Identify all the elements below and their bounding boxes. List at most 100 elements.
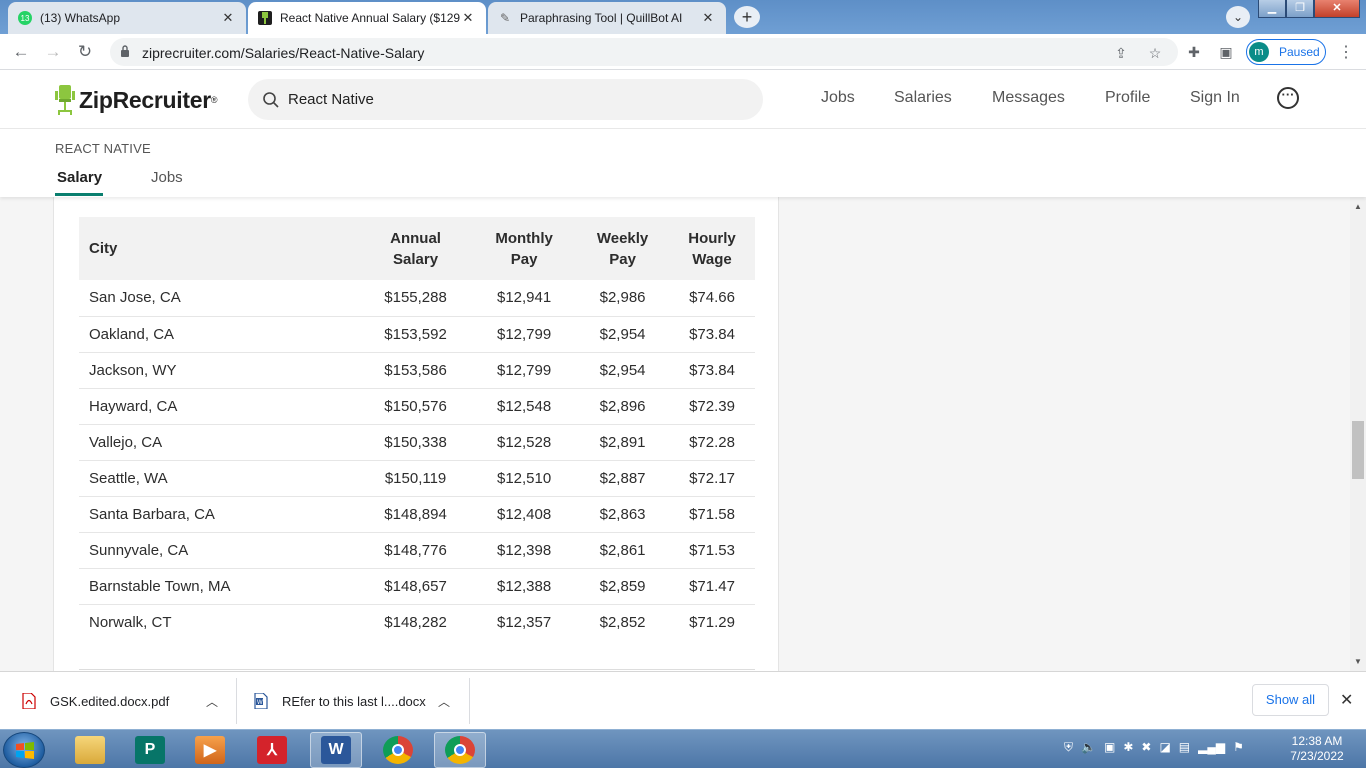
annual-cell: $155,288 xyxy=(359,280,473,317)
new-tab-button[interactable]: + xyxy=(734,6,760,28)
windows-taskbar: P ▶ ⅄ W ⛨ 🔈 ▣ ✱ ✖ ◪ ▤ ▂▄▆ ⚑ 12:38 AM 7/2… xyxy=(0,729,1366,768)
tray-app-icon[interactable]: ◪ xyxy=(1159,740,1170,755)
extensions-icon[interactable]: ✚ xyxy=(1184,42,1204,62)
profile-button[interactable]: m Paused xyxy=(1246,39,1326,65)
hourly-cell: $71.29 xyxy=(689,613,735,631)
scrollbar-thumb[interactable] xyxy=(1352,421,1364,479)
tray-app-icon[interactable]: ✖ xyxy=(1141,740,1151,755)
taskbar-acrobat[interactable]: ⅄ xyxy=(246,732,298,768)
tray-app-icon[interactable]: ▣ xyxy=(1104,740,1115,755)
tab-whatsapp[interactable]: 13 (13) WhatsApp ✕ xyxy=(8,2,246,34)
city-cell: Seattle, WA xyxy=(79,460,359,497)
more-options-button[interactable]: ··· xyxy=(1277,87,1299,109)
monthly-cell: $12,510 xyxy=(472,460,577,497)
download-filename: GSK.edited.docx.pdf xyxy=(50,693,170,709)
breadcrumb: REACT NATIVE xyxy=(55,141,151,156)
address-bar[interactable]: ziprecruiter.com/Salaries/React-Native-S… xyxy=(110,38,1178,66)
minimize-button[interactable]: ▁ xyxy=(1258,0,1286,18)
maximize-button[interactable]: ❐ xyxy=(1286,0,1314,18)
taskbar-publisher[interactable]: P xyxy=(124,732,176,768)
hourly-cell: $73.84 xyxy=(669,316,755,353)
chrome-profile-icon xyxy=(445,736,475,764)
site-search-input[interactable] xyxy=(288,89,728,109)
annual-cell: $153,586 xyxy=(359,352,473,389)
close-downloads-icon[interactable]: ✕ xyxy=(1340,690,1353,710)
taskbar-clock[interactable]: 12:38 AM 7/23/2022 xyxy=(1282,734,1352,764)
table-row: Hayward, CA $150,576 $12,548 $2,896 $72.39 xyxy=(79,388,755,425)
download-item[interactable]: W REfer to this last l....docx ︿ xyxy=(254,680,464,722)
logo-registered-mark: ® xyxy=(210,95,218,105)
city-cell: Santa Barbara, CA xyxy=(79,496,359,533)
taskbar-chrome[interactable] xyxy=(372,732,424,768)
taskbar-media-player[interactable]: ▶ xyxy=(184,732,236,768)
city-cell: San Jose, CA xyxy=(79,280,359,317)
nav-sign-in[interactable]: Sign In xyxy=(1190,89,1240,107)
active-tab-indicator xyxy=(55,193,103,196)
nav-jobs[interactable]: Jobs xyxy=(821,89,855,107)
site-search-box[interactable] xyxy=(248,79,763,120)
publisher-icon: P xyxy=(135,736,165,764)
tab-title: React Native Annual Salary ($129 xyxy=(280,11,460,25)
annual-cell: $148,894 xyxy=(359,496,473,533)
close-tab-icon[interactable]: ✕ xyxy=(460,10,476,26)
close-window-button[interactable]: ✕ xyxy=(1314,0,1360,18)
logo-text: ZipRecruiter xyxy=(79,86,211,113)
tab-salary[interactable]: Salary xyxy=(57,169,102,186)
side-panel-icon[interactable]: ▣ xyxy=(1216,42,1236,62)
tray-app-icon[interactable]: ▤ xyxy=(1179,740,1190,755)
scroll-up-arrow-icon[interactable]: ▲ xyxy=(1354,202,1362,211)
monthly-cell: $12,398 xyxy=(472,532,577,569)
clock-date: 7/23/2022 xyxy=(1290,749,1344,763)
windows-logo-icon xyxy=(16,742,34,759)
hourly-cell: $73.84 xyxy=(669,352,755,389)
taskbar-word[interactable]: W xyxy=(310,732,362,768)
header-line: Pay xyxy=(609,250,636,268)
page-scrollbar[interactable]: ▲ ▼ xyxy=(1350,197,1366,671)
start-button[interactable] xyxy=(3,732,45,768)
download-item[interactable]: GSK.edited.docx.pdf ︿ xyxy=(22,680,232,722)
browser-menu-icon[interactable]: ⋮ xyxy=(1338,42,1354,62)
nav-profile[interactable]: Profile xyxy=(1105,89,1150,107)
column-header-monthly: Monthly Pay xyxy=(472,217,577,280)
tab-quillbot[interactable]: ✎ Paraphrasing Tool | QuillBot AI ✕ xyxy=(488,2,726,34)
system-tray: ⛨ 🔈 ▣ ✱ ✖ ◪ ▤ ▂▄▆ ⚑ xyxy=(1064,740,1244,755)
header-line: Salary xyxy=(393,250,439,268)
header-line: Pay xyxy=(510,250,538,268)
bookmark-star-icon[interactable]: ☆ xyxy=(1146,44,1164,62)
close-tab-icon[interactable]: ✕ xyxy=(700,10,716,26)
reload-button[interactable]: ↻ xyxy=(74,41,96,63)
taskbar-chrome-profile[interactable] xyxy=(434,732,486,768)
signal-icon[interactable]: ▂▄▆ xyxy=(1198,740,1225,755)
taskbar-file-explorer[interactable] xyxy=(64,732,116,768)
chevron-up-icon[interactable]: ︿ xyxy=(438,693,450,710)
network-icon[interactable]: ⚑ xyxy=(1233,740,1244,755)
forward-button[interactable]: → xyxy=(42,41,64,63)
back-button[interactable]: ← xyxy=(10,41,32,63)
monthly-cell: $12,799 xyxy=(472,352,577,389)
svg-text:W: W xyxy=(257,700,263,706)
share-icon[interactable]: ⇪ xyxy=(1112,44,1130,62)
download-filename: REfer to this last l....docx xyxy=(282,693,426,709)
shield-icon[interactable]: ⛨ xyxy=(1064,740,1073,755)
header-line: Monthly xyxy=(495,229,553,247)
ziprecruiter-logo[interactable]: ZipRecruiter ® xyxy=(55,84,218,116)
tab-jobs[interactable]: Jobs xyxy=(151,169,183,186)
nav-salaries[interactable]: Salaries xyxy=(894,89,952,107)
weekly-cell: $2,863 xyxy=(576,496,670,533)
tab-react-native-salary[interactable]: React Native Annual Salary ($129 ✕ xyxy=(248,2,486,34)
page-content: City Annual Salary Monthly Pay Weekly Pay H… xyxy=(0,197,1350,671)
show-all-downloads-button[interactable]: Show all xyxy=(1252,684,1329,716)
weekly-cell: $2,891 xyxy=(576,424,670,461)
column-header-hourly: Hourly Wage xyxy=(669,217,755,280)
quillbot-icon: ✎ xyxy=(499,11,511,25)
hourly-cell: $71.58 xyxy=(669,496,755,533)
hourly-cell: $71.53 xyxy=(669,532,755,569)
tray-app-icon[interactable]: ✱ xyxy=(1123,740,1133,755)
nav-messages[interactable]: Messages xyxy=(992,89,1065,107)
volume-icon[interactable]: 🔈 xyxy=(1081,740,1096,755)
tab-search-button[interactable]: ⌄ xyxy=(1226,6,1250,28)
weekly-cell: $2,861 xyxy=(576,532,670,569)
chevron-up-icon[interactable]: ︿ xyxy=(206,693,218,710)
scroll-down-arrow-icon[interactable]: ▼ xyxy=(1354,657,1362,666)
close-tab-icon[interactable]: ✕ xyxy=(220,10,236,26)
